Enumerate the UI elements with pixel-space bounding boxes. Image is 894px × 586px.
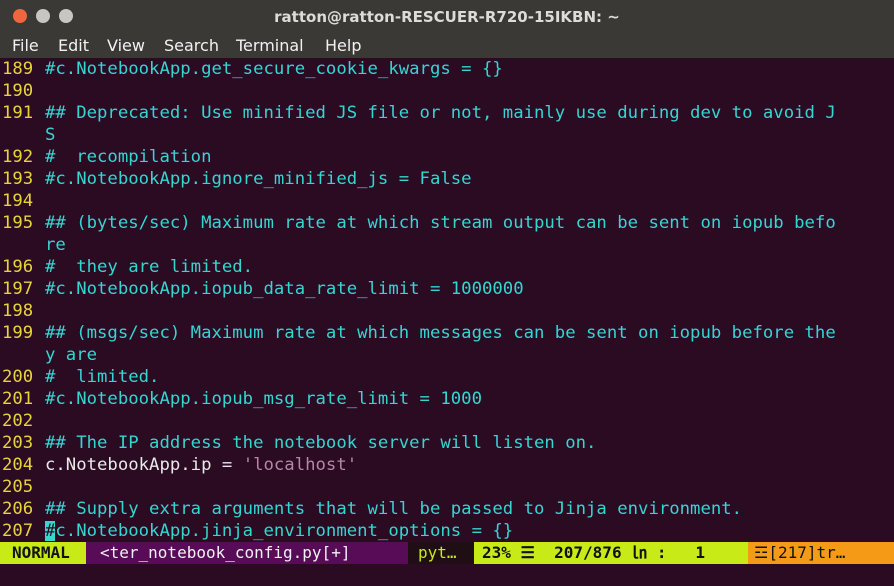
line-text: re — [45, 235, 66, 255]
line-text: #c.NotebookApp.iopub_data_rate_limit = 1… — [45, 279, 524, 299]
editor-line: 200 # limited. — [0, 366, 894, 388]
line-number: 205 — [2, 477, 34, 497]
editor-line: 205 — [0, 476, 894, 498]
cursor-line-text: c.NotebookApp.jinja_environment_options … — [55, 521, 514, 541]
cursor-position: 23% ☰ 207/876 ㏑ : 1 — [474, 542, 748, 564]
mode-indicator: NORMAL — [0, 542, 86, 564]
line-text: # recompilation — [45, 147, 212, 167]
editor-line: 199 ## (msgs/sec) Maximum rate at which m… — [0, 322, 894, 344]
terminal-window: ratton@ratton-RESCUER-R720-15IKBN: ~ Fil… — [0, 0, 894, 586]
menu-terminal[interactable]: Terminal — [236, 36, 304, 55]
editor-line: 197 #c.NotebookApp.iopub_data_rate_limit … — [0, 278, 894, 300]
menu-file[interactable]: File — [12, 36, 39, 55]
line-text: ## The IP address the notebook server wi… — [45, 433, 597, 453]
line-number: 204 — [2, 455, 34, 475]
editor-line: 192 # recompilation — [0, 146, 894, 168]
line-text: # limited. — [45, 367, 160, 387]
line-number: 207 — [2, 521, 34, 541]
editor-line: 196 # they are limited. — [0, 256, 894, 278]
line-text: ## (msgs/sec) Maximum rate at which mess… — [45, 323, 836, 343]
line-number: 203 — [2, 433, 34, 453]
line-number: 199 — [2, 323, 34, 343]
cursor: # — [45, 521, 56, 541]
editor-line: 190 — [0, 80, 894, 102]
editor-line: 207 #c.NotebookApp.jinja_environment_opti… — [0, 520, 894, 542]
line-text: #c.NotebookApp.get_secure_cookie_kwargs … — [45, 59, 503, 79]
command-line[interactable] — [0, 564, 894, 586]
menu-view[interactable]: View — [107, 36, 145, 55]
line-number: 189 — [2, 59, 34, 79]
line-number: 200 — [2, 367, 34, 387]
editor-line: 206 ## Supply extra arguments that will b… — [0, 498, 894, 520]
line-text: ## Supply extra arguments that will be p… — [45, 499, 743, 519]
editor-line: re — [0, 234, 894, 256]
line-text: y are — [45, 345, 98, 365]
editor-line: 191 ## Deprecated: Use minified JS file o… — [0, 102, 894, 124]
line-text: ## (bytes/sec) Maximum rate at which str… — [45, 213, 836, 233]
menu-search[interactable]: Search — [164, 36, 219, 55]
editor-line: S — [0, 124, 894, 146]
assignment-text: c.NotebookApp.ip = — [45, 455, 243, 475]
line-number: 202 — [2, 411, 34, 431]
line-text: c.NotebookApp.ip = 'localhost' — [45, 454, 357, 476]
menu-help[interactable]: Help — [325, 36, 361, 55]
line-text: #c.NotebookApp.ignore_minified_js = Fals… — [45, 169, 472, 189]
line-number: 206 — [2, 499, 34, 519]
menu-edit[interactable]: Edit — [58, 36, 89, 55]
line-number: 190 — [2, 81, 34, 101]
line-number: 193 — [2, 169, 34, 189]
string-literal: 'localhost' — [242, 455, 358, 475]
line-text: S — [45, 125, 56, 145]
editor-line: 201 #c.NotebookApp.iopub_msg_rate_limit =… — [0, 388, 894, 410]
editor-line: 203 ## The IP address the notebook server… — [0, 432, 894, 454]
editor-line: 189 #c.NotebookApp.get_secure_cookie_kwar… — [0, 58, 894, 80]
menu-bar: File Edit View Search Terminal Help — [0, 34, 894, 58]
line-text: # they are limited. — [45, 257, 254, 277]
editor-line: 195 ## (bytes/sec) Maximum rate at which … — [0, 212, 894, 234]
file-name: <ter_notebook_config.py[+] — [86, 542, 408, 564]
line-text: ## Deprecated: Use minified JS file or n… — [45, 103, 836, 123]
line-number: 192 — [2, 147, 34, 167]
editor-line: 204 c.NotebookApp.ip = 'localhost' — [0, 454, 894, 476]
vim-status-line: NORMAL <ter_notebook_config.py[+] pyt… 2… — [0, 542, 894, 564]
line-number: 196 — [2, 257, 34, 277]
line-number: 198 — [2, 301, 34, 321]
title-bar[interactable]: ratton@ratton-RESCUER-R720-15IKBN: ~ — [0, 0, 894, 35]
editor-line: 194 — [0, 190, 894, 212]
line-number: 194 — [2, 191, 34, 211]
file-type: pyt… — [408, 542, 474, 564]
line-number: 197 — [2, 279, 34, 299]
editor-line: y are — [0, 344, 894, 366]
editor-line: 198 — [0, 300, 894, 322]
line-text: #c.NotebookApp.jinja_environment_options… — [45, 520, 513, 542]
line-number: 191 — [2, 103, 34, 123]
line-number: 195 — [2, 213, 34, 233]
window-title: ratton@ratton-RESCUER-R720-15IKBN: ~ — [274, 8, 620, 26]
line-text: #c.NotebookApp.iopub_msg_rate_limit = 10… — [45, 389, 482, 409]
editor-line: 202 — [0, 410, 894, 432]
warning-indicator: ☲[217]tr… — [748, 542, 894, 564]
line-number: 201 — [2, 389, 34, 409]
editor-line: 193 #c.NotebookApp.ignore_minified_js = F… — [0, 168, 894, 190]
terminal-content[interactable]: 189 #c.NotebookApp.get_secure_cookie_kwar… — [0, 58, 894, 542]
